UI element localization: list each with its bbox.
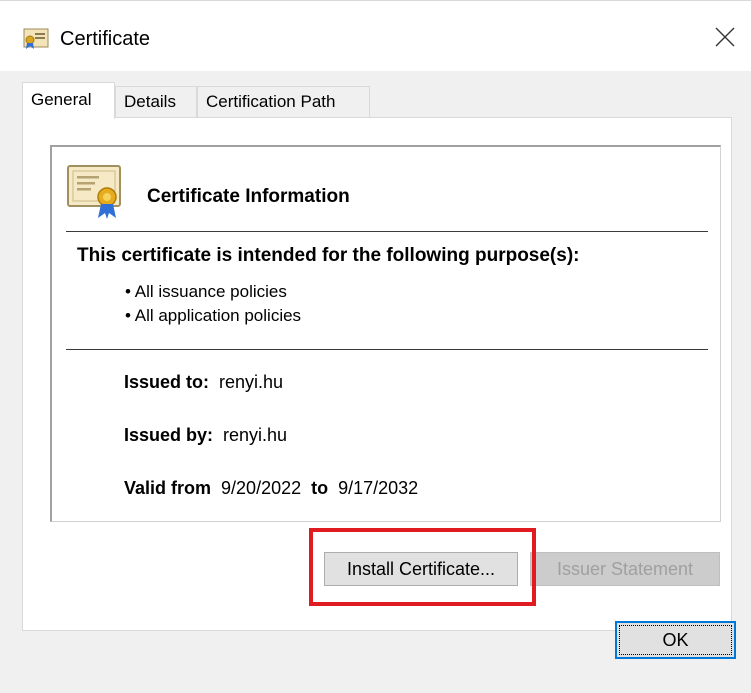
valid-to-value: 9/17/2032	[338, 478, 419, 498]
highlight-box	[309, 528, 536, 606]
tab-label: Certification Path	[206, 92, 336, 111]
valid-from-value: 9/20/2022	[221, 478, 302, 498]
issued-by-label: Issued by:	[124, 425, 214, 445]
issuer-statement-label: Issuer Statement	[556, 559, 694, 579]
issued-to-value: renyi.hu	[219, 372, 284, 392]
tab-general[interactable]: General	[22, 82, 115, 119]
certificate-info-box: Certificate Information This certificate…	[50, 145, 721, 522]
purpose-heading: This certificate is intended for the fol…	[77, 245, 580, 266]
validity-row: Valid from 9/20/2022 to 9/17/2032	[124, 478, 418, 499]
issued-by-value: renyi.hu	[223, 425, 288, 445]
issued-to-row: Issued to: renyi.hu	[124, 372, 283, 393]
divider	[66, 349, 708, 350]
close-button[interactable]	[699, 15, 751, 59]
window-title: Certificate	[60, 28, 151, 50]
certificate-ribbon-icon	[67, 165, 121, 219]
issuer-statement-button: Issuer Statement	[530, 552, 720, 586]
purpose-item: • All issuance policies	[125, 282, 287, 301]
certificate-icon	[23, 28, 49, 49]
certificate-dialog: Certificate General Details Certificatio…	[0, 0, 751, 693]
tab-details[interactable]: Details	[115, 86, 197, 118]
close-icon	[715, 27, 735, 47]
info-title: Certificate Information	[147, 186, 350, 207]
tab-label: General	[31, 90, 92, 109]
title-bar: Certificate	[0, 1, 751, 71]
valid-to-label: to	[311, 478, 329, 498]
valid-from-label: Valid from	[124, 478, 212, 498]
divider	[66, 231, 708, 232]
purpose-item: • All application policies	[125, 306, 302, 325]
issued-by-row: Issued by: renyi.hu	[124, 425, 287, 446]
tab-label: Details	[124, 92, 176, 111]
ok-button[interactable]: OK	[615, 621, 736, 659]
issued-to-label: Issued to:	[124, 372, 210, 392]
ok-label: OK	[662, 630, 689, 650]
tab-certification-path[interactable]: Certification Path	[197, 86, 370, 118]
